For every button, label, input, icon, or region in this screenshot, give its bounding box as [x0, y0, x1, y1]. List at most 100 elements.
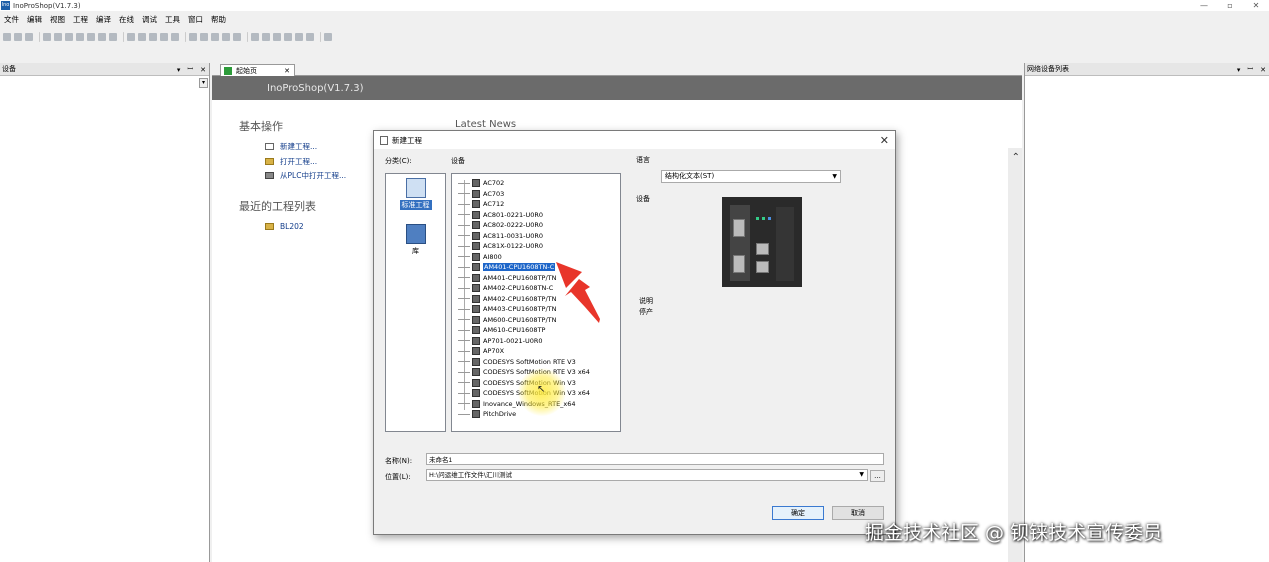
dialog-close-icon[interactable]: ✕ [880, 134, 889, 147]
compile-icon[interactable] [160, 33, 168, 41]
menu-file[interactable]: 文件 [4, 14, 19, 25]
open-project-link[interactable]: 打开工程... [265, 156, 317, 167]
menu-tools[interactable]: 工具 [165, 14, 180, 25]
browse-button[interactable]: ... [870, 470, 885, 482]
device-item[interactable]: AC801-0221-U0R0 [458, 210, 543, 221]
device-item[interactable]: AC811-0031-U0R0 [458, 231, 543, 242]
panel-close-icon[interactable]: ✕ [1260, 66, 1266, 74]
device-item-label: AC802-0222-U0R0 [483, 221, 544, 230]
category-library[interactable]: 库 [386, 224, 445, 256]
tab-start-page[interactable]: 起始页 ✕ [220, 64, 295, 76]
print-icon[interactable] [43, 33, 51, 41]
bookmark-icon[interactable] [149, 33, 157, 41]
panel-menu-icon[interactable]: ▾ [177, 66, 181, 74]
monitor-icon[interactable] [324, 33, 332, 41]
device-item[interactable]: AM402-CPU1608TP/TN [458, 294, 556, 305]
panel-close-icon[interactable]: ✕ [200, 66, 206, 74]
title-bar: Ino InoProShop(V1.7.3) — ▫ ✕ [0, 0, 1269, 11]
save-icon[interactable] [25, 33, 33, 41]
copy-icon[interactable] [87, 33, 95, 41]
tree-connector [458, 340, 470, 342]
device-item[interactable]: AM401-CPU1608TN-C [458, 262, 556, 273]
minimize-icon[interactable]: — [1191, 0, 1217, 11]
menu-window[interactable]: 窗口 [188, 14, 203, 25]
menu-debug[interactable]: 调试 [142, 14, 157, 25]
menu-help[interactable]: 帮助 [211, 14, 226, 25]
logout-icon[interactable] [200, 33, 208, 41]
redo-icon[interactable] [65, 33, 73, 41]
run-icon[interactable] [211, 33, 219, 41]
menu-project[interactable]: 工程 [73, 14, 88, 25]
device-icon [472, 273, 480, 282]
undo-icon[interactable] [54, 33, 62, 41]
open-from-plc-link[interactable]: 从PLC中打开工程... [265, 170, 346, 181]
open-icon[interactable] [14, 33, 22, 41]
device-item[interactable]: AC702 [458, 178, 504, 189]
new-project-link[interactable]: 新建工程... [265, 141, 317, 152]
device-image-port [756, 261, 769, 273]
device-item[interactable]: AP701-0021-U0R0 [458, 336, 543, 347]
device-item[interactable]: AM402-CPU1608TN-C [458, 283, 553, 294]
step-into-icon[interactable] [273, 33, 281, 41]
tab-close-icon[interactable]: ✕ [284, 67, 290, 75]
device-icon [472, 231, 480, 240]
device-item[interactable]: AC703 [458, 189, 504, 200]
start-page-scrollbar[interactable] [1008, 148, 1022, 562]
paste-icon[interactable] [98, 33, 106, 41]
location-input[interactable]: H:\问运维工作文件\汇川测试 ▼ [426, 469, 868, 481]
tree-connector [458, 287, 470, 289]
device-item[interactable]: AM600-CPU1608TP/TN [458, 315, 556, 326]
toolbar-separator [320, 32, 321, 42]
replace-icon[interactable] [138, 33, 146, 41]
tree-connector [458, 277, 470, 279]
category-standard-project[interactable]: 标准工程 [386, 178, 445, 210]
delete-icon[interactable] [109, 33, 117, 41]
maximize-icon[interactable]: ▫ [1217, 0, 1243, 11]
step-out-icon[interactable] [284, 33, 292, 41]
device-item[interactable]: AI800 [458, 252, 502, 263]
device-item[interactable]: CODESYS SoftMotion RTE V3 [458, 357, 576, 368]
ok-button[interactable]: 确定 [772, 506, 824, 520]
chevron-down-icon[interactable]: ▼ [859, 470, 864, 480]
scroll-up-icon[interactable]: ⌃ [1012, 152, 1020, 163]
pin-icon[interactable]: ꟷ [187, 65, 193, 74]
device-item[interactable]: AC802-0222-U0R0 [458, 220, 543, 231]
device-item[interactable]: AC81X-0122-U0R0 [458, 241, 543, 252]
window-title: InoProShop(V1.7.3) [13, 1, 81, 10]
reset-icon[interactable] [233, 33, 241, 41]
name-input[interactable] [426, 453, 884, 465]
find-icon[interactable] [127, 33, 135, 41]
menu-build[interactable]: 编译 [96, 14, 111, 25]
new-icon[interactable] [3, 33, 11, 41]
device-item[interactable]: AM610-CPU1608TP [458, 325, 545, 336]
menu-view[interactable]: 视图 [50, 14, 65, 25]
device-item[interactable]: AP70X [458, 346, 504, 357]
device-icon [472, 368, 480, 377]
panel-header-controls: ▾ ꟷ ✕ [170, 63, 206, 76]
breakpoint-icon[interactable] [251, 33, 259, 41]
category-standard-label: 标准工程 [399, 200, 432, 210]
build-icon[interactable] [171, 33, 179, 41]
write-values-icon[interactable] [295, 33, 303, 41]
login-icon[interactable] [189, 33, 197, 41]
cut-icon[interactable] [76, 33, 84, 41]
device-item[interactable]: AC712 [458, 199, 504, 210]
language-select[interactable]: 结构化文本(ST) ▼ [661, 170, 841, 183]
recent-project-item[interactable]: BL202 [265, 222, 304, 231]
step-over-icon[interactable] [262, 33, 270, 41]
device-item[interactable]: AM403-CPU1608TP/TN [458, 304, 556, 315]
close-icon[interactable]: ✕ [1243, 0, 1269, 11]
pin-icon[interactable]: ꟷ [1247, 65, 1253, 74]
chevron-down-icon[interactable]: ▾ [199, 78, 208, 88]
panel-menu-icon[interactable]: ▾ [1237, 66, 1241, 74]
tree-connector [458, 193, 470, 195]
watermark: 掘金技术社区 @ 钡铼技术宣传委员 [865, 522, 1163, 544]
menu-edit[interactable]: 编辑 [27, 14, 42, 25]
toolbar-separator [123, 32, 124, 42]
force-values-icon[interactable] [306, 33, 314, 41]
device-icon [472, 294, 480, 303]
device-item[interactable]: AM401-CPU1608TP/TN [458, 273, 556, 284]
stop-icon[interactable] [222, 33, 230, 41]
menu-online[interactable]: 在线 [119, 14, 134, 25]
device-item[interactable]: PitchDrive [458, 409, 516, 420]
